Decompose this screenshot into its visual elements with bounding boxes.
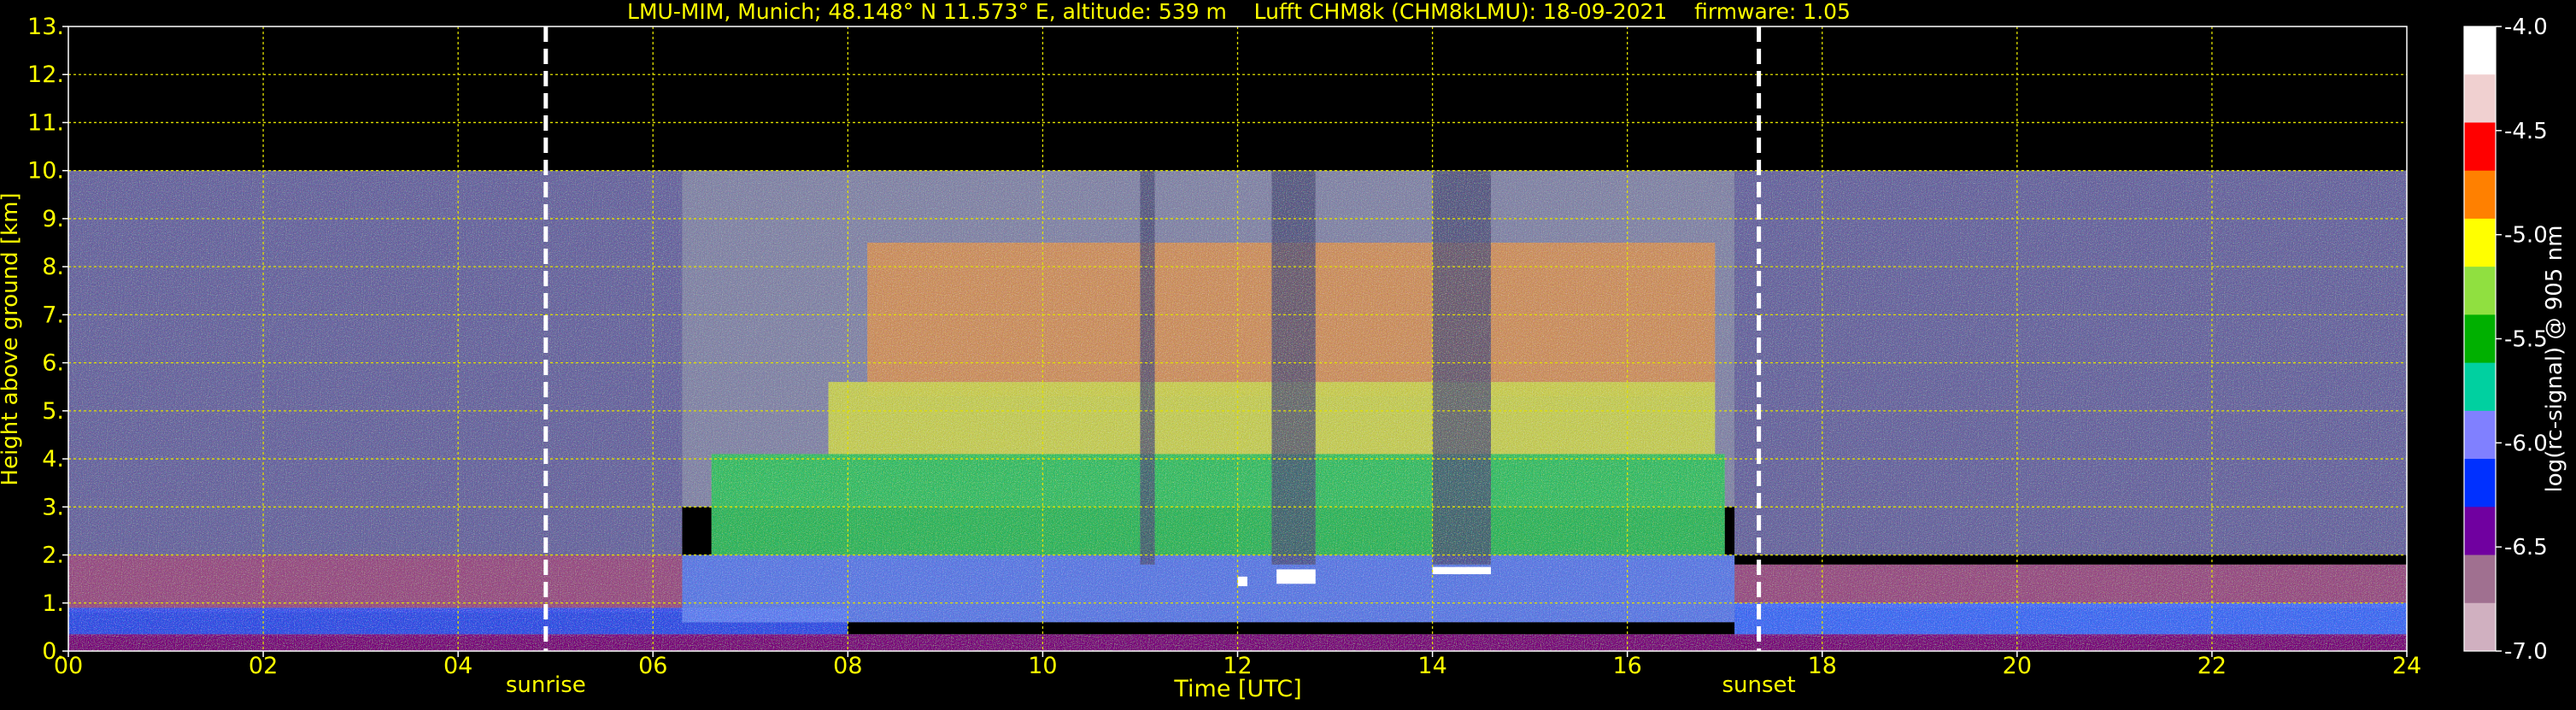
y-tick-label-9: 9. (42, 206, 64, 232)
colorbar-segment-12 (2464, 555, 2496, 604)
x-tick-label-16: 16 (1612, 653, 1641, 679)
cloud-base-3 (1432, 566, 1492, 575)
signal-layer-residual-layer-morning (68, 555, 683, 613)
cloud-base-1 (1237, 576, 1247, 587)
chart-title: LMU-MIM, Munich; 48.148° N 11.573° E, al… (627, 0, 1851, 24)
y-tick-label-11: 11. (27, 109, 64, 136)
ceilometer-chart: sunrise sunset 00 02 04 06 08 10 12 14 16 18 20 22 24… (0, 0, 2576, 706)
colorbar-segment-1 (2464, 26, 2496, 75)
colorbar-segment-2 (2464, 74, 2496, 123)
colorbar-segment-13 (2464, 602, 2496, 652)
x-tick-label-04: 04 (443, 653, 472, 679)
y-tick-label-5: 5. (42, 398, 64, 425)
x-tick-label-02: 02 (249, 653, 278, 679)
colorbar-segment-5 (2464, 218, 2496, 267)
attenuated-column-3 (1432, 170, 1492, 565)
signal-layer-residual-layer-evening (1734, 564, 2407, 608)
y-tick-label-12: 12. (27, 62, 64, 88)
y-tick-label-7: 7. (42, 302, 64, 328)
x-tick-label-20: 20 (2003, 653, 2032, 679)
x-tick-label-10: 10 (1028, 653, 1057, 679)
x-axis-label: Time [UTC] (1173, 676, 1301, 702)
x-tick-label-24: 24 (2392, 653, 2421, 679)
colorbar-tick-label--4.5: -4.5 (2504, 119, 2548, 144)
sunrise-label: sunrise (506, 672, 586, 698)
colorbar-tick-label--7.0: -7.0 (2504, 639, 2548, 665)
colorbar: -4.0-4.5-5.0-5.5-6.0-6.5-7.0 (2463, 15, 2548, 665)
colorbar-segment-7 (2464, 314, 2496, 364)
colorbar-tick-label--6.5: -6.5 (2504, 535, 2548, 560)
cloud-base-2 (1276, 569, 1316, 584)
y-tick-label-2: 2. (42, 543, 64, 569)
y-tick-label-6: 6. (42, 350, 64, 377)
y-tick-label-13: 13. (27, 14, 64, 40)
y-tick-label-0: 0. (42, 638, 64, 665)
colorbar-segment-10 (2464, 459, 2496, 508)
y-tick-label-3: 3. (42, 494, 64, 520)
colorbar-tick-label--4.0: -4.0 (2504, 15, 2548, 40)
colorbar-segment-3 (2464, 122, 2496, 172)
colorbar-label: log(rc-signal) @ 905 nm (2542, 226, 2567, 493)
attenuated-column-2 (1271, 170, 1316, 565)
colorbar-segment-4 (2464, 170, 2496, 220)
y-tick-label-8: 8. (42, 254, 64, 280)
y-tick-label-10: 10. (27, 158, 64, 185)
x-tick-label-22: 22 (2198, 653, 2227, 679)
signal-layer-daytime-green (711, 454, 1725, 555)
x-tick-label-18: 18 (1808, 653, 1837, 679)
sunset-label: sunset (1722, 672, 1795, 698)
x-tick-label-06: 06 (638, 653, 667, 679)
y-tick-label-1: 1. (42, 590, 64, 617)
chart-svg: sunrise sunset 00 02 04 06 08 10 12 14 16 18 20 22 24… (0, 0, 2567, 702)
colorbar-segment-11 (2464, 507, 2496, 556)
signal-layer-boundary-layer-blue-day (682, 555, 1735, 623)
signal-layer-upper-noise-quiet (68, 170, 683, 555)
y-axis-label: Height above ground [km] (0, 192, 23, 485)
y-tick-label-4: 4. (42, 446, 64, 472)
x-tick-label-14: 14 (1417, 653, 1446, 679)
colorbar-segment-6 (2464, 267, 2496, 315)
attenuated-column-1 (1140, 170, 1155, 565)
signal-layer-boundary-layer-blue-evening (1734, 602, 2407, 637)
colorbar-segment-9 (2464, 410, 2496, 460)
colorbar-segment-8 (2464, 362, 2496, 412)
x-tick-label-08: 08 (833, 653, 862, 679)
